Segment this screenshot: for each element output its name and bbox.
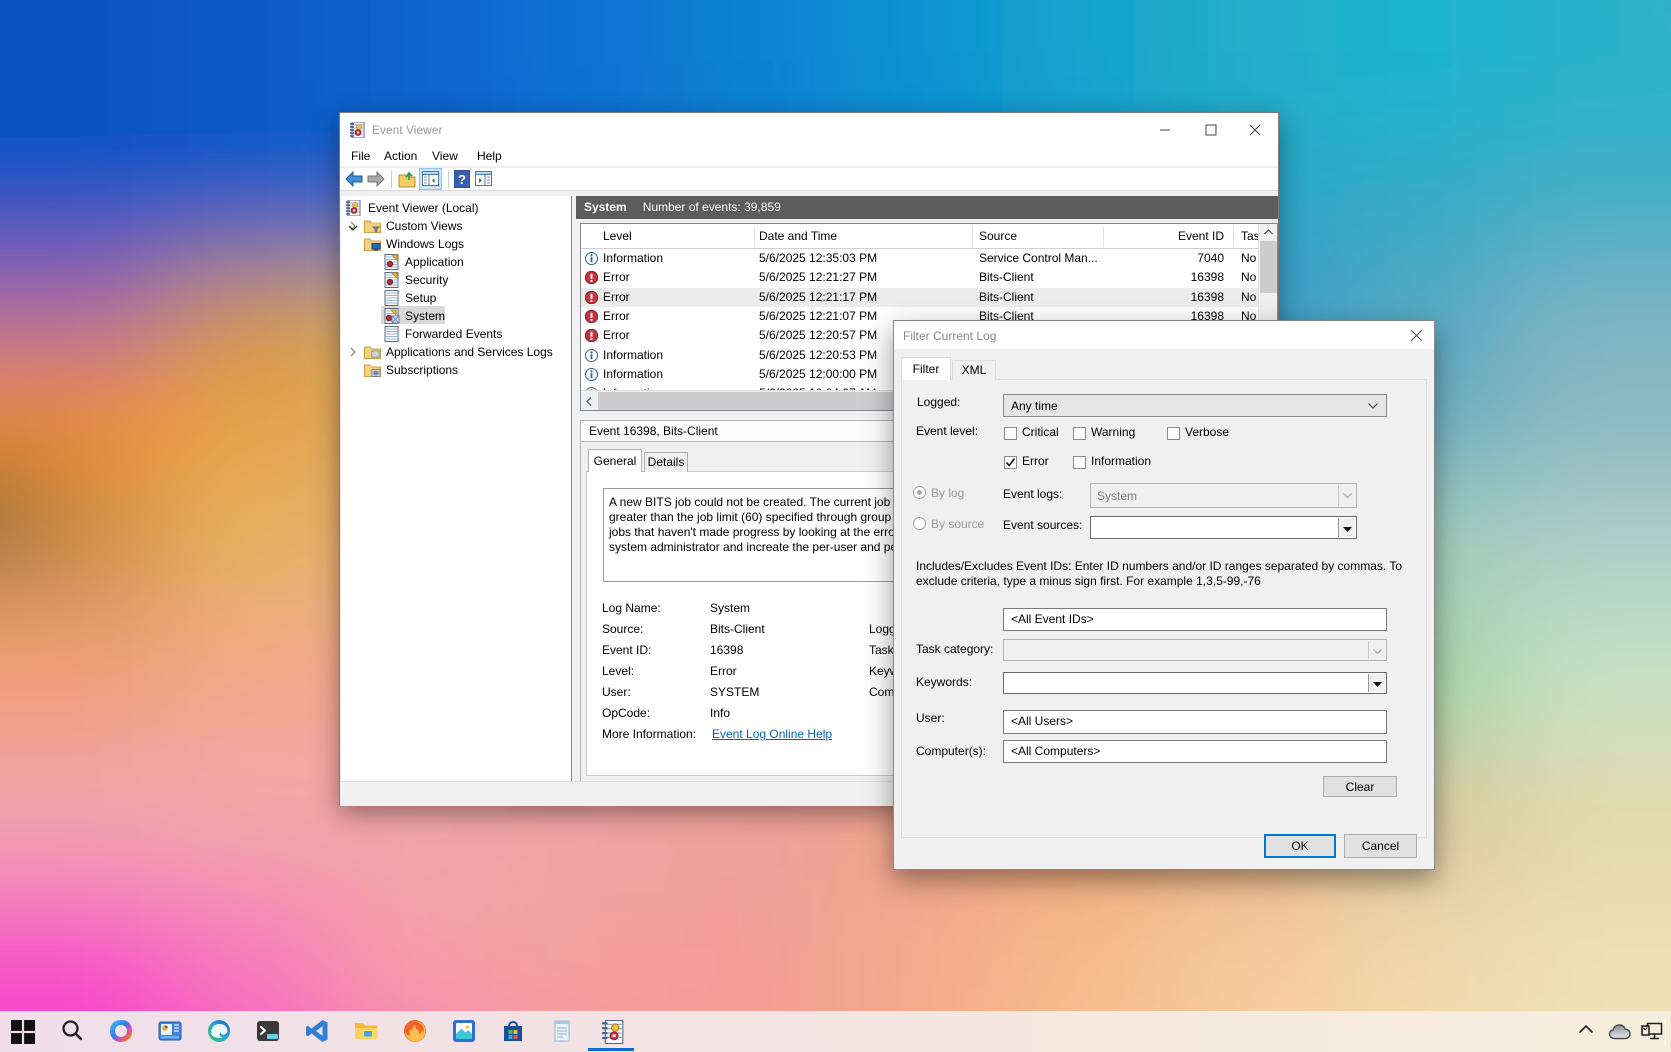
svg-text:?: ?: [458, 172, 466, 187]
